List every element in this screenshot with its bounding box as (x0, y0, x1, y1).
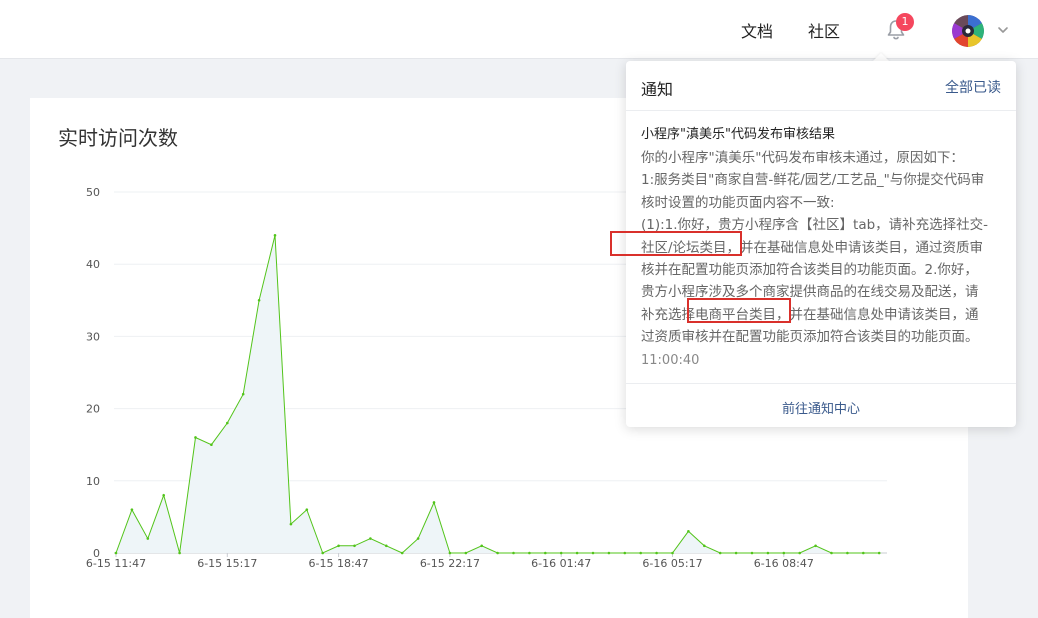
data-point (321, 551, 325, 555)
data-point (400, 551, 404, 555)
data-point (798, 551, 801, 555)
data-point (846, 551, 849, 555)
data-point (353, 544, 356, 548)
data-point (528, 551, 531, 555)
data-point (210, 443, 213, 447)
data-point (671, 551, 674, 555)
data-point (512, 551, 515, 555)
y-tick-label: 10 (86, 475, 100, 488)
data-point (655, 551, 658, 555)
data-point (687, 530, 690, 533)
data-point (273, 234, 277, 237)
y-tick-label: 50 (86, 186, 100, 199)
y-tick-label: 30 (86, 330, 100, 343)
chevron-down-icon[interactable] (996, 22, 1010, 36)
data-point (877, 551, 881, 555)
highlight-box (687, 298, 791, 323)
mark-all-read-link[interactable]: 全部已读 (945, 77, 1001, 97)
x-tick-label: 6-16 08:47 (754, 557, 814, 570)
data-point (369, 537, 372, 540)
popover-header: 通知 全部已读 (626, 61, 1016, 111)
avatar[interactable] (952, 15, 984, 47)
data-point (559, 551, 563, 555)
data-point (146, 537, 150, 540)
data-point (305, 508, 309, 511)
data-point (623, 551, 627, 555)
notification-line: 核并在配置功能页添加符合该类目的功能页面。2.你好， (641, 262, 978, 279)
notification-line: 你的小程序"滇美乐"代码发布审核未通过，原因如下： (641, 150, 964, 166)
data-point (448, 551, 452, 555)
data-point (241, 392, 245, 396)
data-point (591, 551, 595, 555)
data-point (178, 551, 181, 555)
data-point (162, 493, 165, 497)
go-to-notification-center-link[interactable]: 前往通知中心 (626, 398, 1016, 417)
data-point (814, 544, 817, 548)
popover-footer: 前往通知中心 (626, 383, 1016, 428)
data-point (830, 551, 833, 555)
data-point (114, 551, 118, 555)
data-point (385, 544, 388, 548)
data-point (607, 551, 611, 555)
notification-line: 过资质审核并在配置功能页添加符合该类目的功能页面。 (641, 329, 979, 346)
notification-popover: 通知 全部已读 小程序"滇美乐"代码发布审核结果 你的小程序"滇美乐"代码发布审… (610, 61, 1016, 428)
data-point (289, 522, 293, 526)
data-point (480, 544, 484, 548)
notification-line: 1:服务类目"商家自营-鲜花/园艺/工艺品_"与你提交代码审 (641, 172, 985, 189)
x-tick-label: 6-15 22:17 (420, 557, 480, 570)
data-point (416, 537, 420, 540)
x-tick-label: 6-15 11:47 (86, 557, 146, 570)
data-point (718, 551, 722, 555)
y-tick-label: 20 (86, 403, 100, 416)
y-tick-label: 40 (86, 258, 100, 271)
notification-count-badge: 1 (896, 13, 914, 31)
data-point (464, 551, 468, 555)
data-point (639, 551, 642, 555)
data-point (862, 551, 865, 555)
data-point (575, 551, 579, 555)
notification-time: 11:00:40 (641, 353, 700, 368)
x-tick-label: 6-15 18:47 (309, 557, 369, 570)
data-point (130, 508, 134, 511)
x-tick-label: 6-16 05:17 (642, 557, 702, 570)
notification-line: 核时设置的功能页面内容不一致: (641, 194, 835, 211)
data-point (766, 551, 770, 555)
top-bar: 文档 社区 1 (0, 0, 1038, 59)
data-point (782, 551, 786, 555)
x-tick-label: 6-16 01:47 (531, 557, 591, 570)
notification-title[interactable]: 小程序"滇美乐"代码发布审核结果 (641, 123, 835, 142)
data-point (257, 299, 261, 302)
data-point (226, 421, 229, 425)
data-point (703, 544, 706, 548)
data-point (544, 551, 547, 555)
data-point (750, 551, 754, 555)
highlight-box (610, 231, 742, 256)
data-point (432, 501, 436, 504)
data-point (194, 436, 197, 439)
docs-link[interactable]: 文档 (741, 18, 773, 42)
data-point (734, 551, 738, 555)
data-point (337, 544, 340, 548)
community-link[interactable]: 社区 (808, 18, 840, 42)
data-point (496, 551, 499, 555)
x-tick-label: 6-15 15:17 (197, 557, 257, 570)
popover-title: 通知 (641, 80, 674, 99)
